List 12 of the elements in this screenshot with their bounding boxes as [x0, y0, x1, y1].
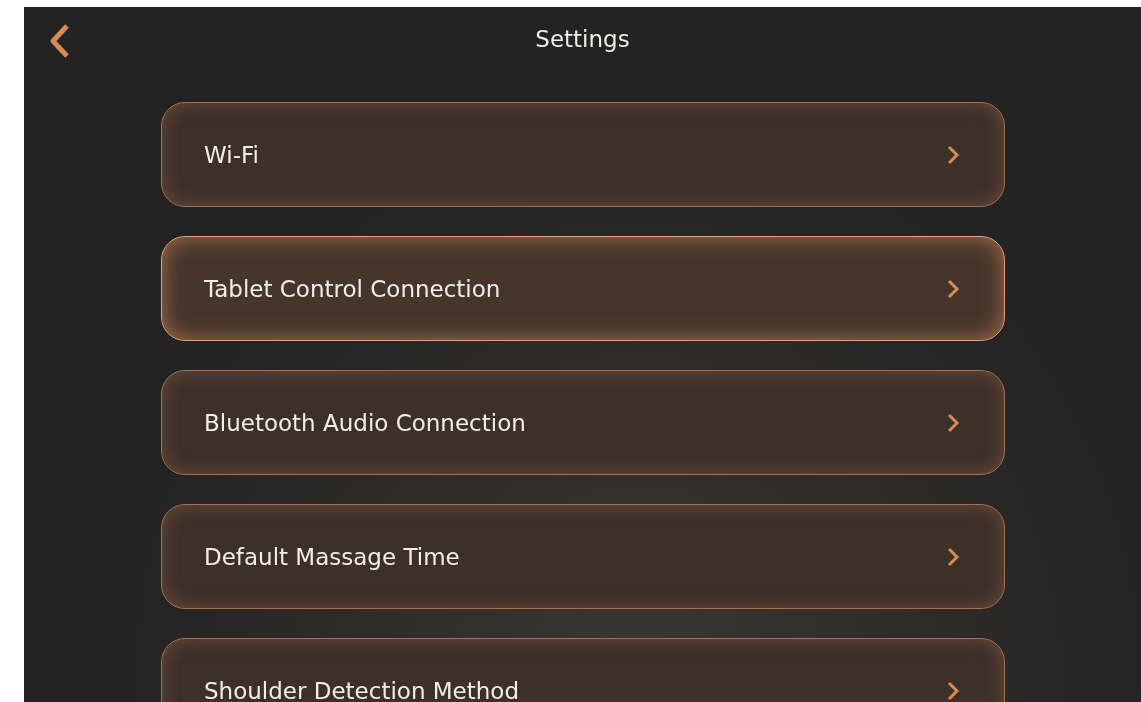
chevron-right-icon — [946, 679, 960, 702]
chevron-right-icon — [946, 411, 960, 434]
settings-item[interactable]: Tablet Control Connection — [161, 236, 1005, 341]
chevron-right-icon — [946, 545, 960, 568]
back-icon[interactable] — [48, 23, 70, 59]
page-title: Settings — [535, 26, 630, 54]
chevron-right-icon — [946, 277, 960, 300]
settings-item[interactable]: Wi-Fi — [161, 102, 1005, 207]
settings-item[interactable]: Default Massage Time — [161, 504, 1005, 609]
settings-item[interactable]: Shoulder Detection Method — [161, 638, 1005, 702]
chevron-right-icon — [946, 143, 960, 166]
settings-item[interactable]: Bluetooth Audio Connection — [161, 370, 1005, 475]
